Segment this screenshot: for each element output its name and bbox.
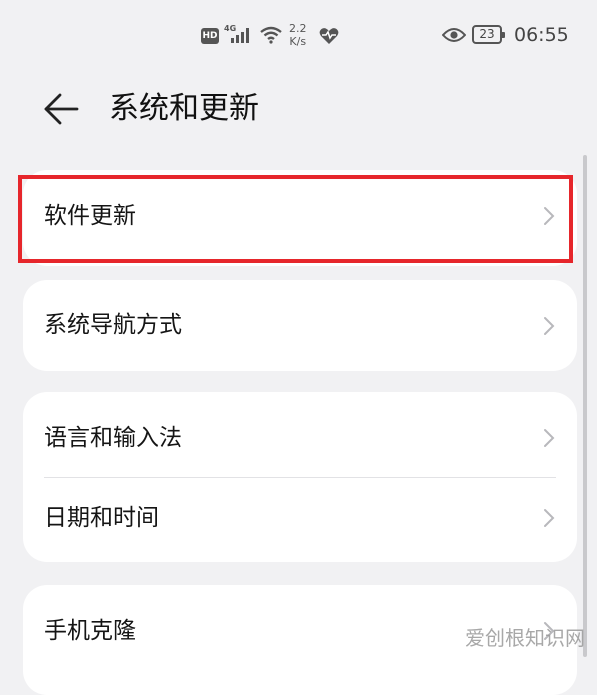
chevron-right-icon: [544, 207, 555, 225]
network-speed-value: 2.2: [289, 22, 307, 35]
system-navigation-label: 系统导航方式: [44, 312, 182, 338]
chevron-right-icon: [544, 317, 555, 335]
signal-icon: [231, 28, 249, 43]
settings-group-navigation: 系统导航方式: [23, 280, 577, 371]
status-bar: HD 4G 2.2 K/s 23 06:55: [0, 0, 597, 72]
back-button[interactable]: [40, 89, 84, 129]
date-time-label: 日期和时间: [44, 505, 159, 531]
network-speed-unit: K/s: [289, 35, 307, 48]
language-input-item[interactable]: 语言和输入法: [23, 392, 577, 478]
language-input-label: 语言和输入法: [44, 425, 182, 451]
page-title: 系统和更新: [109, 91, 259, 126]
status-time: 06:55: [514, 24, 569, 46]
settings-group-software: 软件更新: [23, 170, 577, 266]
date-time-item[interactable]: 日期和时间: [23, 478, 577, 562]
scrollbar[interactable]: [583, 155, 587, 657]
settings-group-language-date: 语言和输入法 日期和时间: [23, 392, 577, 562]
software-update-item[interactable]: 软件更新: [23, 170, 577, 266]
eye-icon: [442, 28, 466, 42]
watermark: 爱创根知识网: [465, 626, 585, 650]
hd-icon: HD: [201, 28, 219, 44]
software-update-label: 软件更新: [44, 203, 136, 229]
wifi-icon: [260, 26, 282, 44]
arrow-left-icon: [44, 93, 79, 125]
chevron-right-icon: [544, 429, 555, 447]
system-navigation-item[interactable]: 系统导航方式: [23, 280, 577, 371]
phone-clone-label: 手机克隆: [44, 618, 136, 644]
chevron-right-icon: [544, 509, 555, 527]
network-speed: 2.2 K/s: [289, 22, 307, 48]
battery-icon: 23: [472, 25, 505, 44]
heart-rate-icon: [319, 28, 339, 44]
